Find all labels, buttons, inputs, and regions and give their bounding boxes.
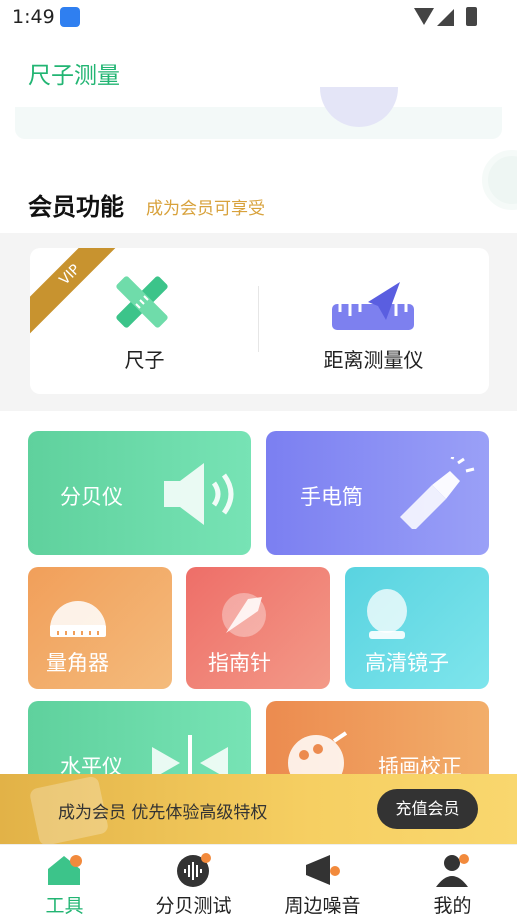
vip-item-distance-meter[interactable]: 距离测量仪 xyxy=(259,248,488,394)
recharge-button[interactable]: 充值会员 xyxy=(377,789,478,829)
tool-tile-flashlight[interactable]: 手电筒 xyxy=(266,431,489,555)
floating-badge-icon[interactable] xyxy=(482,150,517,210)
tool-tile-flashlight-label: 手电筒 xyxy=(300,485,363,509)
flashlight-icon xyxy=(400,457,475,529)
tool-tile-protractor[interactable]: 量角器 xyxy=(28,567,172,689)
banner-text: 成为会员 优先体验高级特权 xyxy=(58,803,268,823)
tab-mine-label: 我的 xyxy=(433,895,472,917)
tool-tile-compass[interactable]: 指南针 xyxy=(186,567,330,689)
tab-mine[interactable]: 我的 xyxy=(388,845,517,922)
sound-wave-icon xyxy=(177,853,211,887)
wifi-icon xyxy=(414,8,434,25)
vip-item-ruler[interactable]: 尺子 xyxy=(30,248,259,394)
tool-tile-protractor-label: 量角器 xyxy=(46,651,109,675)
tool-tile-decibel-label: 分贝仪 xyxy=(60,485,123,509)
signal-icon xyxy=(437,9,454,26)
mirror-icon xyxy=(367,589,407,639)
membership-banner[interactable]: 成为会员 优先体验高级特权 充值会员 xyxy=(0,774,517,847)
home-icon xyxy=(48,855,82,885)
tool-tile-decibel[interactable]: 分贝仪 xyxy=(28,431,251,555)
member-section-title: 会员功能 xyxy=(28,193,124,221)
status-bar: 1:49 xyxy=(0,0,517,36)
tab-ambient-noise-label: 周边噪音 xyxy=(284,895,361,917)
bottom-tab-bar: 工具 分贝测试 周边噪音 我的 xyxy=(0,844,517,922)
user-icon xyxy=(436,854,469,887)
notification-app-icon xyxy=(60,7,80,27)
tool-tile-mirror-label: 高清镜子 xyxy=(365,651,449,675)
vip-card: VIP 尺子 距离测量仪 xyxy=(30,248,489,394)
tab-ambient-noise[interactable]: 周边噪音 xyxy=(258,845,387,922)
top-card[interactable] xyxy=(15,87,502,139)
tab-decibel-test-label: 分贝测试 xyxy=(155,895,232,917)
top-card-decoration xyxy=(320,87,398,127)
tool-tile-compass-label: 指南针 xyxy=(208,651,271,675)
page-title: 尺子测量 xyxy=(28,63,120,89)
status-time: 1:49 xyxy=(12,6,55,28)
protractor-icon xyxy=(50,601,106,637)
tab-tools[interactable]: 工具 xyxy=(0,845,129,922)
member-section-subtitle: 成为会员可享受 xyxy=(146,199,265,219)
compass-icon xyxy=(222,593,266,637)
vip-item-distance-meter-label: 距离测量仪 xyxy=(323,348,424,372)
distance-meter-icon xyxy=(332,282,414,330)
tab-decibel-test[interactable]: 分贝测试 xyxy=(129,845,258,922)
ruler-icon xyxy=(116,276,168,328)
tool-tile-mirror[interactable]: 高清镜子 xyxy=(345,567,489,689)
battery-icon xyxy=(466,7,477,26)
megaphone-icon xyxy=(306,855,340,885)
vip-item-ruler-label: 尺子 xyxy=(124,348,165,372)
tab-tools-label: 工具 xyxy=(45,895,84,917)
speaker-icon xyxy=(164,463,234,525)
